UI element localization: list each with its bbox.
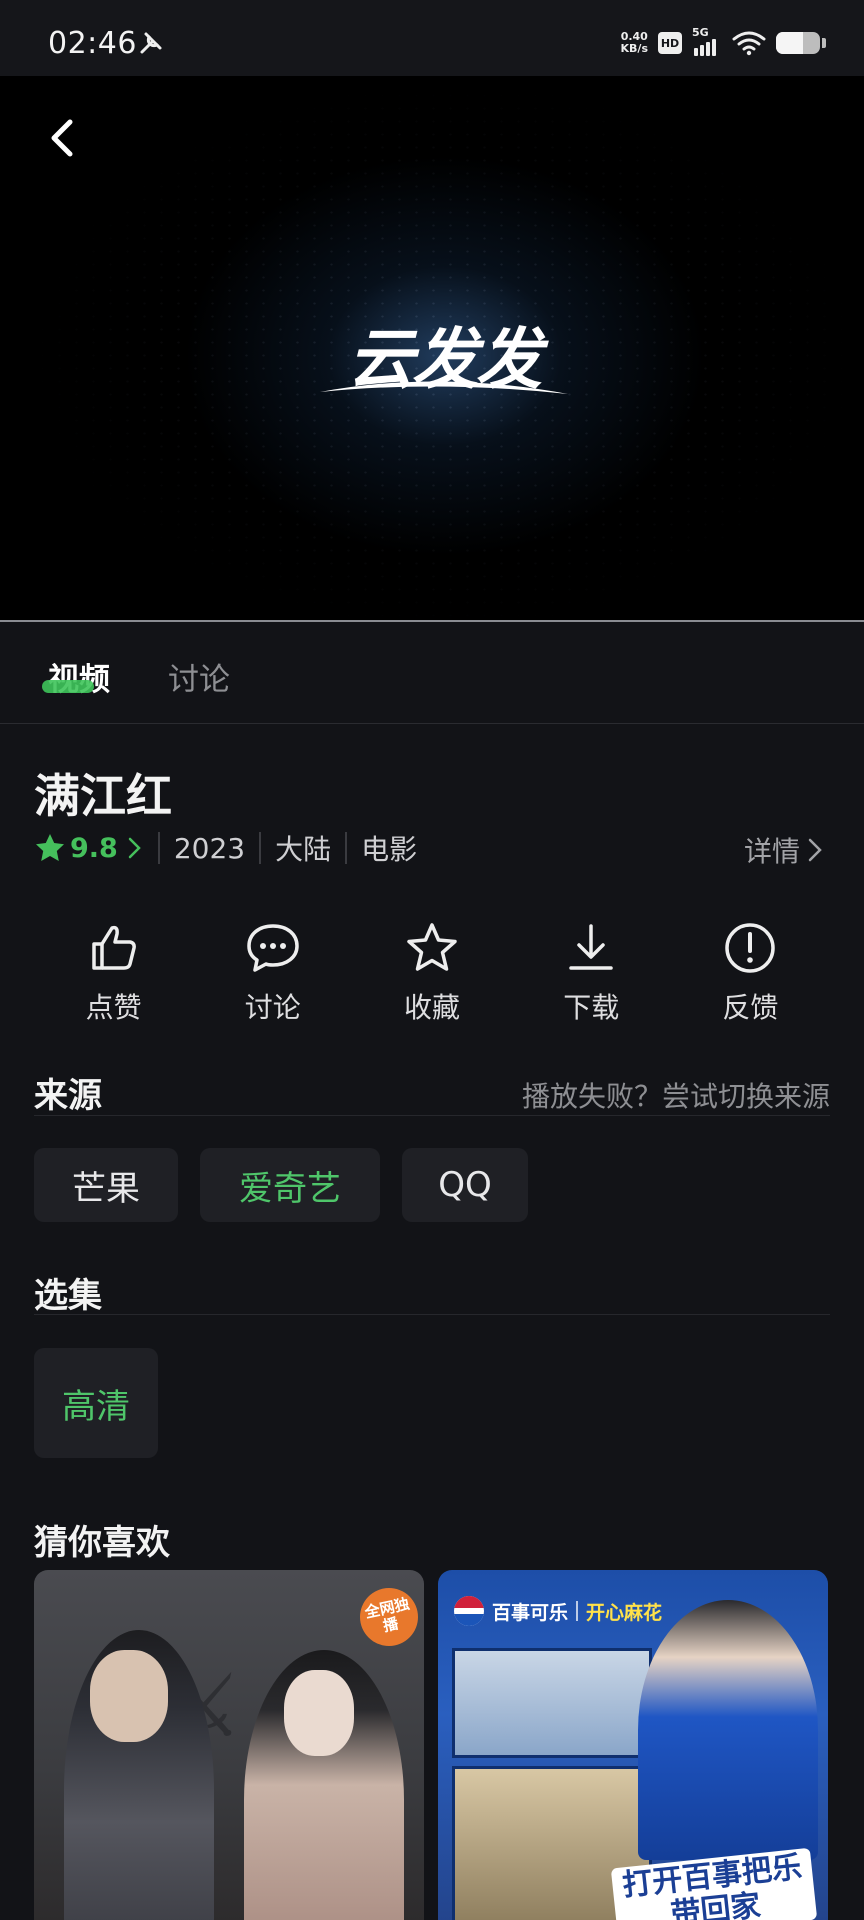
network-type-label: 5G <box>692 26 709 39</box>
hd-icon: HD <box>658 32 682 54</box>
meta-divider <box>259 832 262 864</box>
poster-face <box>90 1650 168 1742</box>
movie-year: 2023 <box>173 831 246 865</box>
detail-label: 详情 <box>743 835 800 868</box>
network-speed: 0.40 KB/s <box>621 31 648 55</box>
chevron-right-icon <box>808 838 822 862</box>
exclusive-badge: 全网独播 <box>354 1582 424 1652</box>
video-logo: 云发发 <box>318 306 570 406</box>
download-icon <box>569 924 613 970</box>
download-button[interactable]: 下载 <box>512 920 671 1030</box>
alert-circle-icon <box>725 923 776 973</box>
ad-brand-sub: 开心麻花 <box>586 1601 663 1624</box>
content-tabs: 视频 讨论 <box>0 622 864 724</box>
recommend-card[interactable]: ⚔ 全网独播 <box>34 1570 424 1920</box>
back-arrow-icon[interactable] <box>40 114 88 162</box>
active-tab-indicator <box>42 680 94 693</box>
poster-face <box>284 1670 354 1756</box>
feedback-label: 反馈 <box>722 991 779 1024</box>
movie-category: 电影 <box>361 833 418 866</box>
source-chip-iqiyi[interactable]: 爱奇艺 <box>200 1148 380 1222</box>
source-section-title: 来源 <box>34 1076 102 1116</box>
tab-discussion[interactable]: 讨论 <box>168 654 230 699</box>
video-player[interactable]: 云发发 <box>0 76 864 622</box>
rating-chevron-icon[interactable] <box>126 835 144 861</box>
recommend-card-ad[interactable]: 百事可乐 开心麻花 打开百事把乐带回家 <box>438 1570 828 1920</box>
detail-link[interactable]: 详情 <box>744 830 824 870</box>
movie-title: 满江红 <box>34 769 172 823</box>
discuss-button[interactable]: 讨论 <box>193 920 352 1030</box>
movie-meta: 9.8 2023 大陆 电影 <box>34 828 417 868</box>
rating-score[interactable]: 9.8 <box>70 833 118 864</box>
meta-divider <box>345 832 348 864</box>
source-chip-mango[interactable]: 芒果 <box>34 1148 178 1222</box>
ad-scene-image <box>452 1648 652 1758</box>
movie-region: 大陆 <box>275 833 332 866</box>
tools-icon <box>140 32 162 54</box>
like-button[interactable]: 点赞 <box>34 920 193 1030</box>
favorite-button[interactable]: 收藏 <box>352 920 511 1030</box>
section-divider <box>34 1314 830 1315</box>
pepsi-logo-icon <box>454 1596 484 1626</box>
star-outline-icon <box>407 923 457 971</box>
recommend-section-title: 猜你喜欢 <box>34 1523 170 1563</box>
status-bar: 02:46 0.40 KB/s HD 5G <box>0 0 864 76</box>
status-time: 02:46 <box>48 26 137 61</box>
like-label: 点赞 <box>85 991 142 1024</box>
feedback-button[interactable]: 反馈 <box>671 920 830 1030</box>
ad-brand-row: 百事可乐 开心麻花 <box>454 1596 662 1626</box>
logo-swoosh <box>320 381 568 394</box>
ad-figure <box>638 1600 818 1860</box>
ad-brand-name: 百事可乐 <box>492 1601 569 1624</box>
chat-bubble-icon <box>247 924 299 972</box>
source-chip-qq[interactable]: QQ <box>402 1148 528 1222</box>
section-divider <box>34 1115 830 1116</box>
episodes-section-title: 选集 <box>34 1276 102 1316</box>
rating-star-icon <box>36 834 64 861</box>
signal-icon: 5G <box>692 26 722 56</box>
source-hint[interactable]: 播放失败？尝试切换来源 <box>522 1075 830 1115</box>
meta-divider <box>157 832 160 864</box>
network-speed-unit: KB/s <box>620 42 648 55</box>
download-label: 下载 <box>563 991 620 1024</box>
ad-brand-divider <box>576 1601 579 1621</box>
source-options: 芒果 爱奇艺 QQ <box>34 1148 528 1222</box>
battery-icon <box>776 32 820 54</box>
action-bar: 点赞 讨论 收藏 下载 反馈 <box>34 920 830 1030</box>
discuss-label: 讨论 <box>244 991 301 1024</box>
favorite-label: 收藏 <box>404 991 461 1024</box>
status-indicators: 0.40 KB/s HD 5G <box>621 26 826 58</box>
wifi-icon <box>732 31 766 56</box>
episode-chip-hd[interactable]: 高清 <box>34 1348 158 1458</box>
recommend-list: ⚔ 全网独播 百事可乐 开心麻花 打开百事把乐带回家 <box>34 1570 830 1920</box>
thumbs-up-icon <box>91 925 136 970</box>
battery-tip <box>822 38 826 48</box>
